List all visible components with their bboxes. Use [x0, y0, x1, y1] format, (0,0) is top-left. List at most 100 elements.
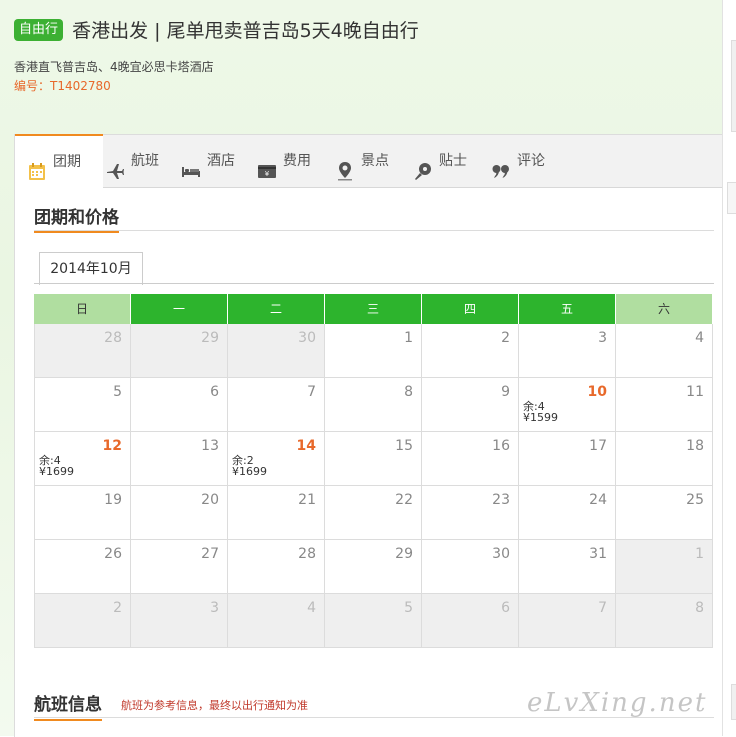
tab-tips[interactable]: 贴士: [413, 135, 467, 187]
product-subtitle: 香港直飞普吉岛、4晚宜必思卡塔酒店: [14, 60, 214, 74]
calendar-day: 8: [325, 378, 422, 432]
day-number: 15: [395, 438, 413, 454]
day-number: 9: [501, 384, 510, 400]
day-number: 8: [695, 600, 704, 616]
calendar-icon: [27, 152, 47, 180]
calendar-day: 4: [616, 324, 713, 378]
day-number: 8: [404, 384, 413, 400]
calendar-weekday-header: 日 一 二 三 四 五 六: [34, 294, 714, 324]
plane-icon: [105, 151, 125, 179]
tab-label: 费用: [283, 153, 311, 169]
calendar-day: 1: [325, 324, 422, 378]
calendar-week-row: 12 余:4 ¥1699 13 14 余:2 ¥1699 15 16 17 18: [34, 432, 714, 486]
weekday-thu: 四: [422, 294, 519, 324]
calendar-day: 2: [422, 324, 519, 378]
calendar-day: 28: [34, 324, 131, 378]
weekday-sun: 日: [34, 294, 131, 324]
calendar-week-row: 5 6 7 8 9 10 余:4 ¥1599 11: [34, 378, 714, 432]
location-pin-icon: [335, 151, 355, 181]
day-number: 7: [307, 384, 316, 400]
day-number: 4: [695, 330, 704, 346]
product-title: 香港出发 | 尾单甩卖普吉岛5天4晚自由行: [72, 20, 419, 42]
calendar-day: 6: [422, 594, 519, 648]
tab-label: 酒店: [207, 153, 235, 169]
day-number: 22: [395, 492, 413, 508]
calendar-day: 22: [325, 486, 422, 540]
day-number: 4: [307, 600, 316, 616]
day-number: 17: [589, 438, 607, 454]
day-number: 1: [695, 546, 704, 562]
day-number: 16: [492, 438, 510, 454]
tab-flight[interactable]: 航班: [105, 135, 159, 187]
calendar-day-available[interactable]: 10 余:4 ¥1599: [519, 378, 616, 432]
day-number: 2: [501, 330, 510, 346]
day-number: 19: [104, 492, 122, 508]
calendar-week-row: 19 20 21 22 23 24 25: [34, 486, 714, 540]
day-number: 7: [598, 600, 607, 616]
day-number: 24: [589, 492, 607, 508]
calendar-day: 8: [616, 594, 713, 648]
day-number: 29: [201, 330, 219, 346]
month-tab[interactable]: 2014年10月: [39, 252, 143, 285]
tab-schedule[interactable]: 团期: [15, 134, 103, 189]
day-number: 30: [492, 546, 510, 562]
calendar-day: 17: [519, 432, 616, 486]
calendar-day: 7: [519, 594, 616, 648]
calendar-day: 24: [519, 486, 616, 540]
calendar-day: 3: [131, 594, 228, 648]
tab-hotel[interactable]: 酒店: [181, 135, 235, 187]
calendar-day: 7: [228, 378, 325, 432]
calendar-day: 2: [34, 594, 131, 648]
day-price: ¥1699: [232, 465, 267, 478]
calendar-week-row: 2 3 4 5 6 7 8: [34, 594, 714, 648]
product-code: 编号：T1402780: [14, 79, 111, 93]
calendar-day: 23: [422, 486, 519, 540]
calendar-day: 27: [131, 540, 228, 594]
side-block: [731, 40, 736, 132]
weekday-wed: 三: [325, 294, 422, 324]
day-number: 28: [298, 546, 316, 562]
day-number: 5: [113, 384, 122, 400]
right-scroll-strip[interactable]: [722, 0, 736, 736]
quote-icon: [491, 151, 511, 178]
calendar-week-row: 28 29 30 1 2 3 4: [34, 324, 714, 378]
calendar-day: 15: [325, 432, 422, 486]
day-number: 11: [686, 384, 704, 400]
day-number: 30: [298, 330, 316, 346]
day-price: ¥1699: [39, 465, 74, 478]
detail-tabs: 团期 航班 酒店 ¥ 费用 景点 贴士 评论: [15, 134, 722, 189]
calendar-day: 13: [131, 432, 228, 486]
day-number: 12: [102, 438, 122, 454]
day-number: 23: [492, 492, 510, 508]
calendar-day: 5: [34, 378, 131, 432]
calendar-day: 4: [228, 594, 325, 648]
day-number: 6: [501, 600, 510, 616]
calendar-day: 16: [422, 432, 519, 486]
tab-cost[interactable]: ¥ 费用: [257, 135, 311, 187]
tab-reviews[interactable]: 评论: [491, 135, 545, 187]
day-number: 1: [404, 330, 413, 346]
calendar-day-available[interactable]: 12 余:4 ¥1699: [34, 432, 131, 486]
tab-label: 团期: [53, 154, 81, 170]
product-header: 自由行 香港出发 | 尾单甩卖普吉岛5天4晚自由行: [14, 16, 714, 43]
pin-icon: [413, 151, 433, 180]
calendar-day: 28: [228, 540, 325, 594]
side-block: [731, 684, 736, 720]
calendar-day: 26: [34, 540, 131, 594]
calendar-day: 18: [616, 432, 713, 486]
calendar-day: 11: [616, 378, 713, 432]
calendar-day: 20: [131, 486, 228, 540]
calendar-day: 9: [422, 378, 519, 432]
calendar-week-row: 26 27 28 29 30 31 1: [34, 540, 714, 594]
day-number: 3: [598, 330, 607, 346]
weekday-tue: 二: [228, 294, 325, 324]
calendar-day: 19: [34, 486, 131, 540]
tab-label: 景点: [361, 153, 389, 169]
wallet-icon: ¥: [257, 151, 277, 178]
tab-label: 航班: [131, 153, 159, 169]
day-number: 26: [104, 546, 122, 562]
day-price: ¥1599: [523, 411, 558, 424]
calendar-day-available[interactable]: 14 余:2 ¥1699: [228, 432, 325, 486]
day-number: 31: [589, 546, 607, 562]
tab-sights[interactable]: 景点: [335, 135, 389, 187]
